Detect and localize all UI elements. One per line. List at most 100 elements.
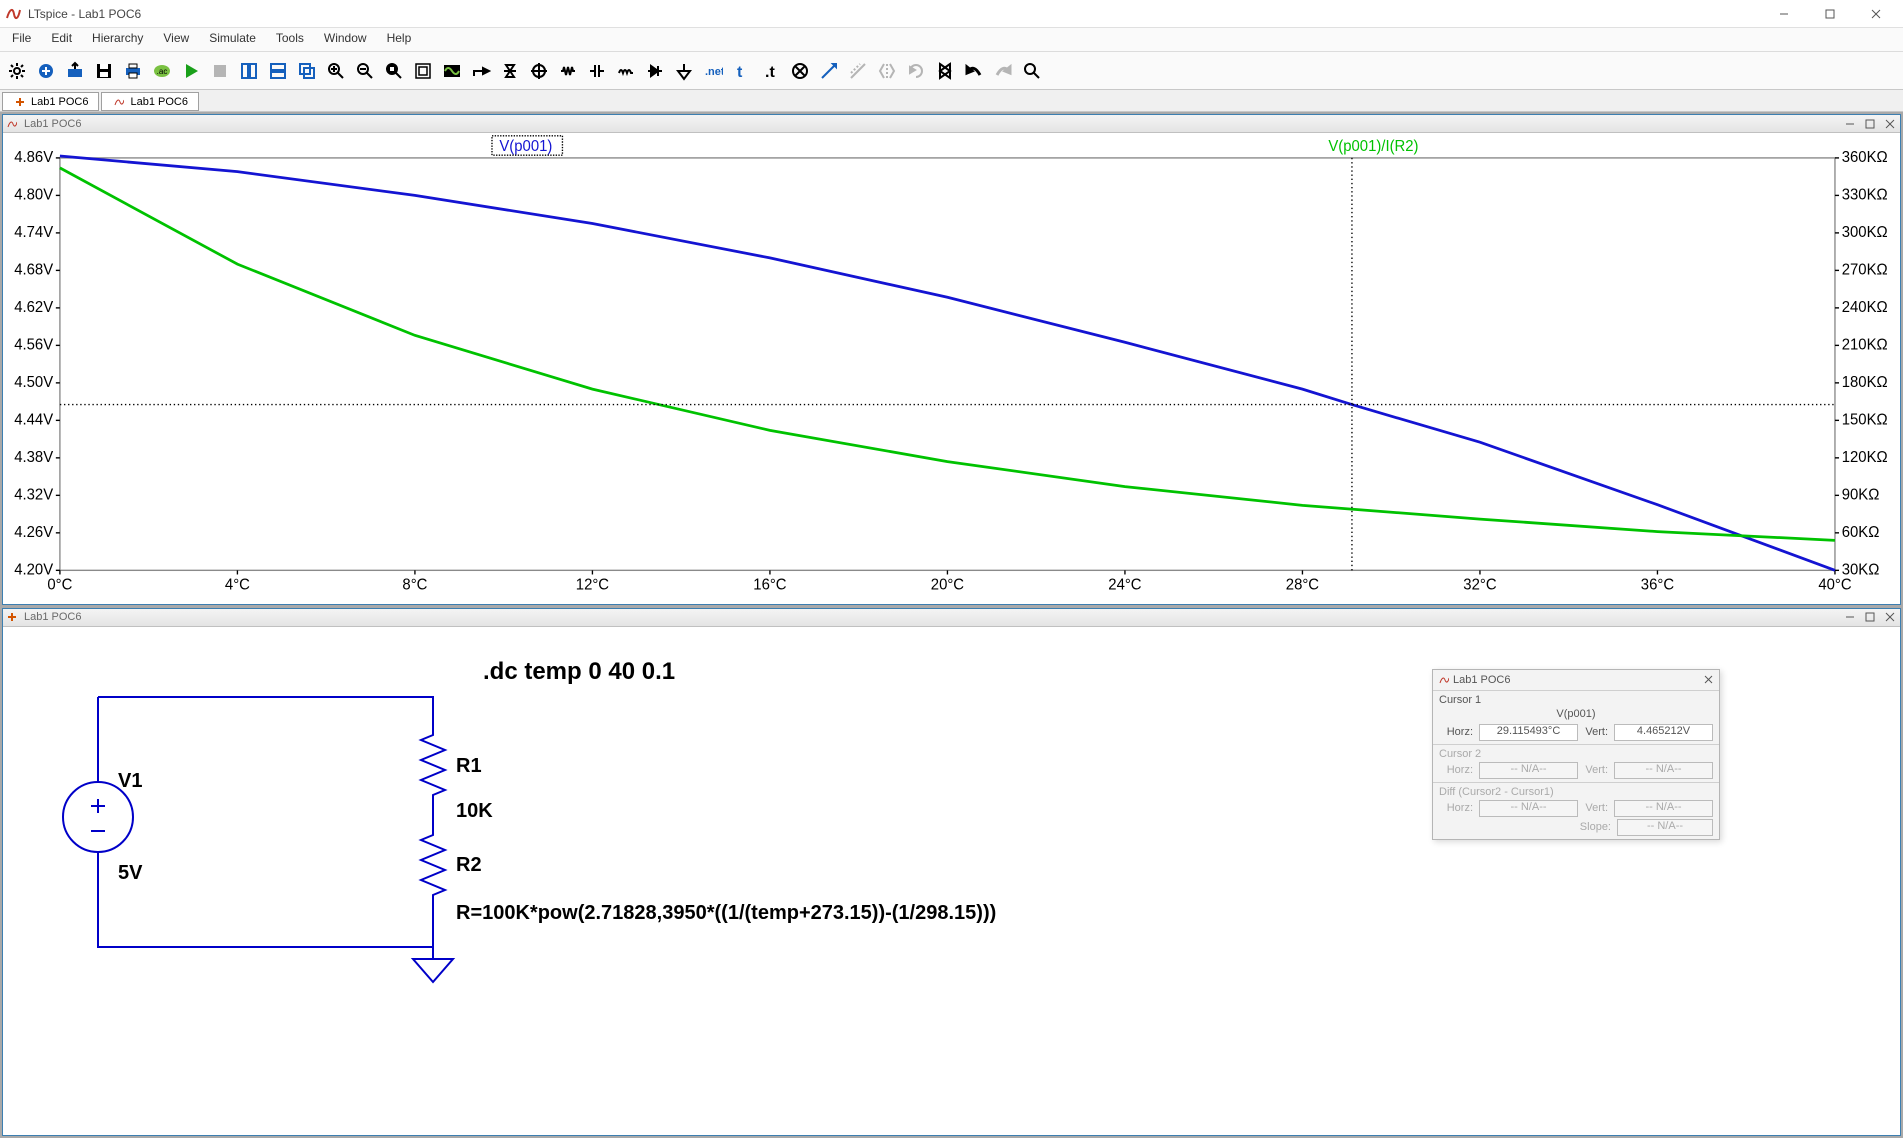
diff-vert: -- N/A-- xyxy=(1614,800,1713,817)
toolbar-diode-icon[interactable] xyxy=(641,57,669,85)
menu-view[interactable]: View xyxy=(153,28,199,51)
pane-min-button[interactable] xyxy=(1840,609,1860,625)
menu-simulate[interactable]: Simulate xyxy=(199,28,266,51)
svg-text:90KΩ: 90KΩ xyxy=(1842,486,1880,503)
toolbar-find-icon[interactable] xyxy=(1018,57,1046,85)
v1-name[interactable]: V1 xyxy=(118,770,142,792)
minimize-button[interactable] xyxy=(1761,0,1807,28)
cursor1-vert[interactable]: 4.465212V xyxy=(1614,724,1713,741)
r2-value[interactable]: R=100K*pow(2.71828,3950*((1/(temp+273.15… xyxy=(456,902,996,924)
pane-close-button[interactable] xyxy=(1880,609,1900,625)
svg-text:330KΩ: 330KΩ xyxy=(1842,186,1888,203)
toolbar-log-icon[interactable]: .ac xyxy=(148,57,176,85)
r2-name[interactable]: R2 xyxy=(456,854,482,876)
menu-file[interactable]: File xyxy=(2,28,41,51)
plot-pane: Lab1 POC6 4.86V4.80V4.74V4.68V4.62V4.56V… xyxy=(2,114,1901,605)
pane-close-button[interactable] xyxy=(1880,116,1900,132)
pane-min-button[interactable] xyxy=(1840,116,1860,132)
v1-value[interactable]: 5V xyxy=(118,862,143,884)
plot-pane-title: Lab1 POC6 xyxy=(24,118,81,130)
schematic-canvas[interactable]: V1 5V R1 10K R2 R=100K*pow(2.71828,3950*… xyxy=(3,627,1900,1135)
maximize-button[interactable] xyxy=(1807,0,1853,28)
svg-text:4°C: 4°C xyxy=(225,577,250,594)
toolbar-mirror-icon[interactable] xyxy=(873,57,901,85)
workspace: Lab1 POC6 4.86V4.80V4.74V4.68V4.62V4.56V… xyxy=(0,112,1903,1138)
toolbar-spice-text-icon[interactable]: .t xyxy=(757,57,785,85)
cursor-window-title[interactable]: Lab1 POC6 xyxy=(1433,670,1719,690)
toolbar-run-icon[interactable] xyxy=(177,57,205,85)
svg-text:20°C: 20°C xyxy=(931,577,964,594)
window-titlebar: LTspice - Lab1 POC6 xyxy=(0,0,1903,28)
toolbar-ground-icon[interactable] xyxy=(670,57,698,85)
svg-text:.net: .net xyxy=(705,66,723,78)
toolbar-tile-v-icon[interactable] xyxy=(264,57,292,85)
toolbar-resistor-icon[interactable] xyxy=(554,57,582,85)
toolbar-rotate-icon[interactable] xyxy=(902,57,930,85)
close-icon[interactable] xyxy=(1704,675,1713,684)
schematic-pane-title: Lab1 POC6 xyxy=(24,611,81,623)
toolbar-net-label-icon[interactable]: .net xyxy=(699,57,727,85)
menu-tools[interactable]: Tools xyxy=(266,28,314,51)
toolbar-settings-icon[interactable] xyxy=(3,57,31,85)
toolbar-step-icon[interactable] xyxy=(467,57,495,85)
dc-directive[interactable]: .dc temp 0 40 0.1 xyxy=(483,658,675,685)
toolbar-zoom-in-icon[interactable] xyxy=(322,57,350,85)
svg-text:180KΩ: 180KΩ xyxy=(1842,374,1888,391)
toolbar-text-icon[interactable]: t xyxy=(728,57,756,85)
svg-text:8°C: 8°C xyxy=(402,577,427,594)
toolbar-print-icon[interactable] xyxy=(119,57,147,85)
svg-text:270KΩ: 270KΩ xyxy=(1842,261,1888,278)
svg-text:4.26V: 4.26V xyxy=(14,524,53,541)
toolbar-undo-icon[interactable] xyxy=(960,57,988,85)
toolbar-new-icon[interactable] xyxy=(32,57,60,85)
svg-text:360KΩ: 360KΩ xyxy=(1842,149,1888,166)
toolbar-sine-icon[interactable] xyxy=(438,57,466,85)
tab-label: Lab1 POC6 xyxy=(31,96,88,108)
toolbar-move-icon[interactable] xyxy=(815,57,843,85)
svg-text:V(p001)/I(R2): V(p001)/I(R2) xyxy=(1328,138,1418,155)
svg-text:4.74V: 4.74V xyxy=(14,224,53,241)
toolbar-stop-icon[interactable] xyxy=(206,57,234,85)
svg-text:16°C: 16°C xyxy=(753,577,786,594)
toolbar-save-icon[interactable] xyxy=(90,57,118,85)
cursor2-vert: -- N/A-- xyxy=(1614,762,1713,779)
toolbar-cascade-icon[interactable] xyxy=(293,57,321,85)
plot-pane-header[interactable]: Lab1 POC6 xyxy=(3,115,1900,133)
toolbar-redo-icon[interactable] xyxy=(989,57,1017,85)
pane-max-button[interactable] xyxy=(1860,116,1880,132)
toolbar-capacitor-icon[interactable] xyxy=(583,57,611,85)
toolbar-zoom-full-icon[interactable] xyxy=(380,57,408,85)
menu-window[interactable]: Window xyxy=(314,28,377,51)
toolbar-copy-icon[interactable] xyxy=(931,57,959,85)
pane-max-button[interactable] xyxy=(1860,609,1880,625)
menu-edit[interactable]: Edit xyxy=(41,28,82,51)
schematic-icon xyxy=(13,97,27,107)
toolbar-target-icon[interactable] xyxy=(525,57,553,85)
menu-help[interactable]: Help xyxy=(377,28,422,51)
svg-text:4.44V: 4.44V xyxy=(14,411,53,428)
window-title: LTspice - Lab1 POC6 xyxy=(28,7,141,21)
menu-hierarchy[interactable]: Hierarchy xyxy=(82,28,153,51)
plot-area[interactable]: 4.86V4.80V4.74V4.68V4.62V4.56V4.50V4.44V… xyxy=(3,133,1900,604)
svg-text:4.38V: 4.38V xyxy=(14,449,53,466)
tab-schematic[interactable]: Lab1 POC6 xyxy=(2,92,99,111)
r1-name[interactable]: R1 xyxy=(456,755,482,777)
schematic-pane-header[interactable]: Lab1 POC6 xyxy=(3,609,1900,627)
cursor1-horz[interactable]: 29.115493°C xyxy=(1479,724,1578,741)
toolbar-nc-icon[interactable] xyxy=(786,57,814,85)
close-button[interactable] xyxy=(1853,0,1899,28)
toolbar-autorange-icon[interactable] xyxy=(409,57,437,85)
tab-plot[interactable]: Lab1 POC6 xyxy=(101,92,198,111)
r1-value[interactable]: 10K xyxy=(456,800,493,822)
toolbar-drag-icon[interactable] xyxy=(844,57,872,85)
svg-text:4.56V: 4.56V xyxy=(14,336,53,353)
svg-text:40°C: 40°C xyxy=(1818,577,1851,594)
toolbar-tile-h-icon[interactable] xyxy=(235,57,263,85)
svg-text:4.50V: 4.50V xyxy=(14,374,53,391)
toolbar-inductor-icon[interactable] xyxy=(612,57,640,85)
cursor-window[interactable]: Lab1 POC6 Cursor 1 V(p001) Horz: 29.1154… xyxy=(1432,669,1720,840)
svg-text:4.62V: 4.62V xyxy=(14,299,53,316)
toolbar-zoom-out-icon[interactable] xyxy=(351,57,379,85)
toolbar-open-icon[interactable] xyxy=(61,57,89,85)
toolbar-mark-icon[interactable] xyxy=(496,57,524,85)
